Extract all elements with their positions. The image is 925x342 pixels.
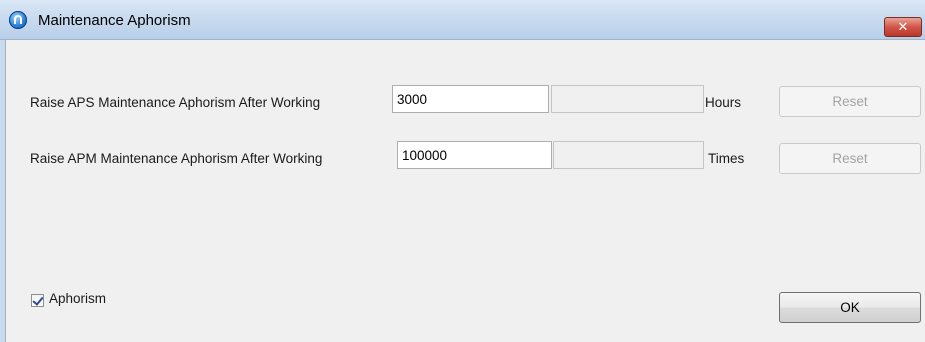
dialog-body: Raise APS Maintenance Aphorism After Wor…: [7, 41, 925, 342]
close-button[interactable]: ✕: [884, 17, 922, 37]
aps-current-hours-field: [551, 85, 704, 113]
window-frame: [0, 40, 6, 342]
app-icon: [9, 11, 27, 29]
ok-button[interactable]: OK: [779, 292, 921, 323]
aphorism-checkbox[interactable]: [31, 294, 44, 307]
aps-hours-input[interactable]: [392, 85, 549, 113]
apm-label: Raise APM Maintenance Aphorism After Wor…: [30, 151, 323, 166]
apm-times-input[interactable]: [397, 141, 552, 169]
aphorism-checkbox-label: Aphorism: [49, 291, 107, 306]
aps-label: Raise APS Maintenance Aphorism After Wor…: [30, 95, 321, 110]
apm-reset-button[interactable]: Reset: [779, 143, 921, 174]
close-icon: ✕: [897, 19, 909, 34]
aps-reset-button[interactable]: Reset: [779, 86, 921, 117]
title-bar: Maintenance Aphorism ✕: [0, 0, 925, 40]
apm-current-times-field: [553, 141, 704, 169]
window-title: Maintenance Aphorism: [38, 12, 191, 29]
apm-unit-label: Times: [708, 151, 745, 166]
aps-unit-label: Hours: [705, 95, 742, 110]
